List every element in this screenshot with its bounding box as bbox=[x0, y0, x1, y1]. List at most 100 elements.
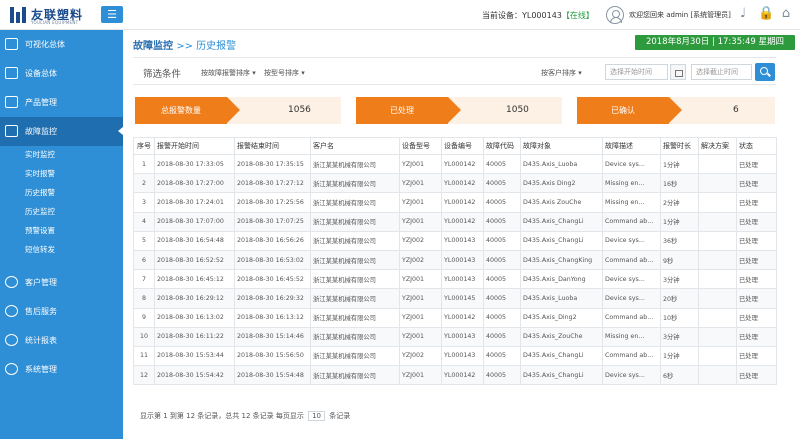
home-icon[interactable]: ⌂ bbox=[779, 6, 793, 22]
fault-description[interactable]: Command ab... bbox=[602, 211, 661, 232]
sidebar-item-fault-monitor[interactable]: 故障监控 bbox=[0, 117, 123, 146]
fault-description[interactable]: Device sys... bbox=[602, 230, 661, 251]
sidebar-item-devices[interactable]: 设备总体 bbox=[0, 59, 123, 88]
table-row[interactable]: 2 2018-08-30 17:27:00 2018-08-30 17:27:12 浙… bbox=[133, 173, 777, 194]
table-row[interactable]: 4 2018-08-30 17:07:00 2018-08-30 17:07:25 浙… bbox=[133, 211, 777, 232]
row-index: 1 bbox=[133, 153, 155, 175]
subnav-realtime-monitor[interactable]: 实时监控 bbox=[0, 145, 123, 162]
fault-code: 40005 bbox=[483, 249, 521, 271]
menu-toggle-button[interactable]: ☰ bbox=[101, 6, 123, 23]
fault-object: D435.Axis_ZouChe bbox=[520, 326, 603, 347]
brand-logo: 友联塑料 YOULIAN EQUIPMENT bbox=[10, 6, 102, 26]
lock-icon[interactable]: 🔒 bbox=[758, 6, 774, 22]
table-row[interactable]: 12 2018-08-30 15:54:42 2018-08-30 15:54:48… bbox=[133, 365, 777, 386]
solution bbox=[698, 249, 737, 271]
table-row[interactable]: 7 2018-08-30 16:45:12 2018-08-30 16:45:52 浙… bbox=[133, 269, 777, 290]
sidebar-item-label: 客户管理 bbox=[25, 278, 57, 287]
table-row[interactable]: 11 2018-08-30 15:53:44 2018-08-30 15:56:50… bbox=[133, 345, 777, 367]
column-header[interactable]: 客户名 bbox=[310, 137, 400, 155]
customer-name: 浙江某某机械有限公司 bbox=[310, 173, 400, 194]
column-header[interactable]: 报警结束时间 bbox=[234, 137, 311, 155]
device-id: YL000143 bbox=[441, 230, 484, 251]
sidebar-item-reports[interactable]: 统计报表 bbox=[0, 326, 123, 355]
alarm-end-time: 2018-08-30 17:27:12 bbox=[234, 173, 311, 194]
sidebar-item-after-sales[interactable]: 售后服务 bbox=[0, 297, 123, 326]
column-header[interactable]: 解决方案 bbox=[698, 137, 737, 155]
customer-name: 浙江某某机械有限公司 bbox=[310, 365, 400, 386]
table-row[interactable]: 10 2018-08-30 16:11:22 2018-08-30 15:14:46… bbox=[133, 326, 777, 347]
sidebar-item-visualization[interactable]: 可视化总体 bbox=[0, 30, 123, 59]
fault-description[interactable]: Missing en... bbox=[602, 173, 661, 194]
table-row[interactable]: 5 2018-08-30 16:54:48 2018-08-30 16:56:26 浙… bbox=[133, 230, 777, 251]
column-header[interactable]: 故障代码 bbox=[483, 137, 521, 155]
fault-description[interactable]: Command ab... bbox=[602, 249, 661, 271]
breadcrumb-page: 历史报警 bbox=[196, 41, 237, 52]
device-id: YL000143 bbox=[441, 326, 484, 347]
sort-customer-dropdown[interactable]: 按客户排序 bbox=[541, 68, 582, 78]
device-model: YZJ001 bbox=[399, 192, 442, 213]
fault-description[interactable]: Device sys... bbox=[602, 365, 661, 386]
sidebar-item-products[interactable]: 产品管理 bbox=[0, 88, 123, 117]
sidebar-item-system[interactable]: 系统管理 bbox=[0, 355, 123, 384]
user-avatar-icon[interactable] bbox=[606, 6, 624, 24]
pagination-summary: 显示第 1 到第 12 条记录，总共 12 条记录 每页显示 bbox=[140, 412, 304, 420]
column-header[interactable]: 状态 bbox=[736, 137, 777, 155]
table-row[interactable]: 3 2018-08-30 17:24:01 2018-08-30 17:25:56 浙… bbox=[133, 192, 777, 213]
fault-description[interactable]: Command ab... bbox=[602, 345, 661, 367]
sidebar-item-label: 产品管理 bbox=[25, 98, 57, 107]
sidebar: 可视化总体 设备总体 产品管理 故障监控 实时监控 实时报警 历史报警 历史监控… bbox=[0, 30, 123, 439]
fault-description[interactable]: Missing en... bbox=[602, 326, 661, 347]
column-header[interactable]: 故障描述 bbox=[602, 137, 661, 155]
gear-icon bbox=[5, 363, 18, 375]
alarm-duration: 1分钟 bbox=[660, 345, 699, 367]
alarm-end-time: 2018-08-30 15:56:50 bbox=[234, 345, 311, 367]
table-row[interactable]: 8 2018-08-30 16:29:12 2018-08-30 16:29:32 浙… bbox=[133, 288, 777, 309]
column-header[interactable]: 报警开始时间 bbox=[154, 137, 235, 155]
subnav-realtime-alarm[interactable]: 实时报警 bbox=[0, 164, 123, 181]
column-header[interactable]: 报警时长 bbox=[660, 137, 699, 155]
column-header[interactable]: 序号 bbox=[133, 137, 155, 155]
device-model: YZJ001 bbox=[399, 173, 442, 194]
fault-description[interactable]: Missing en... bbox=[602, 192, 661, 213]
sort-model-dropdown[interactable]: 按型号排序 bbox=[264, 68, 305, 78]
table-row[interactable]: 9 2018-08-30 16:13:02 2018-08-30 16:13:12 浙… bbox=[133, 307, 777, 328]
solution bbox=[698, 345, 737, 367]
bell-icon[interactable]: ♩ bbox=[736, 6, 750, 22]
search-button[interactable] bbox=[755, 63, 775, 81]
start-date-input[interactable]: 选择开始时间 bbox=[605, 64, 668, 80]
end-date-input[interactable]: 选择截止时间 bbox=[691, 64, 752, 80]
subnav-sms-forward[interactable]: 短信转发 bbox=[0, 240, 123, 257]
pagination-suffix: 条记录 bbox=[329, 412, 351, 420]
device-id: YL000142 bbox=[441, 307, 484, 328]
fault-code: 40005 bbox=[483, 269, 521, 290]
breadcrumb: 故障监控 >> 历史报警 bbox=[133, 37, 236, 52]
subnav-history-alarm[interactable]: 历史报警 bbox=[0, 183, 123, 200]
column-header[interactable]: 故障对象 bbox=[520, 137, 603, 155]
fault-description[interactable]: Device sys... bbox=[602, 269, 661, 290]
breadcrumb-section[interactable]: 故障监控 bbox=[133, 41, 173, 52]
top-bar: 友联塑料 YOULIAN EQUIPMENT ☰ 当前设备：YL000143【在… bbox=[0, 0, 800, 30]
table-row[interactable]: 1 2018-08-30 17:33:05 2018-08-30 17:35:15 浙… bbox=[133, 153, 777, 175]
fault-description[interactable]: Device sys... bbox=[602, 153, 661, 175]
page-size-select[interactable]: 10 bbox=[308, 411, 325, 421]
fault-code: 40005 bbox=[483, 211, 521, 232]
stat-label: 已确认 bbox=[577, 97, 682, 124]
alarm-start-time: 2018-08-30 16:11:22 bbox=[154, 326, 235, 347]
subnav-label: 预警设置 bbox=[25, 226, 55, 235]
alarm-end-time: 2018-08-30 16:56:26 bbox=[234, 230, 311, 251]
subnav-history-monitor[interactable]: 历史监控 bbox=[0, 202, 123, 219]
row-index: 7 bbox=[133, 269, 155, 290]
sidebar-item-customers[interactable]: 客户管理 bbox=[0, 268, 123, 297]
brand-tagline: YOULIAN EQUIPMENT bbox=[31, 20, 79, 25]
sort-alarm-dropdown[interactable]: 按故障报警排序 bbox=[201, 68, 256, 78]
column-header[interactable]: 设备编号 bbox=[441, 137, 484, 155]
subnav-warning-settings[interactable]: 预警设置 bbox=[0, 221, 123, 238]
column-header[interactable]: 设备型号 bbox=[399, 137, 442, 155]
table-row[interactable]: 6 2018-08-30 16:52:52 2018-08-30 16:53:02 浙… bbox=[133, 249, 777, 271]
filter-bar: 筛选条件 按故障报警排序 按型号排序 按客户排序 选择开始时间 选择截止时间 bbox=[133, 57, 776, 85]
calendar-icon[interactable] bbox=[670, 64, 686, 80]
alarm-duration: 10秒 bbox=[660, 307, 699, 328]
fault-description[interactable]: Command ab... bbox=[602, 307, 661, 328]
fault-description[interactable]: Device sys... bbox=[602, 288, 661, 309]
solution bbox=[698, 365, 737, 386]
